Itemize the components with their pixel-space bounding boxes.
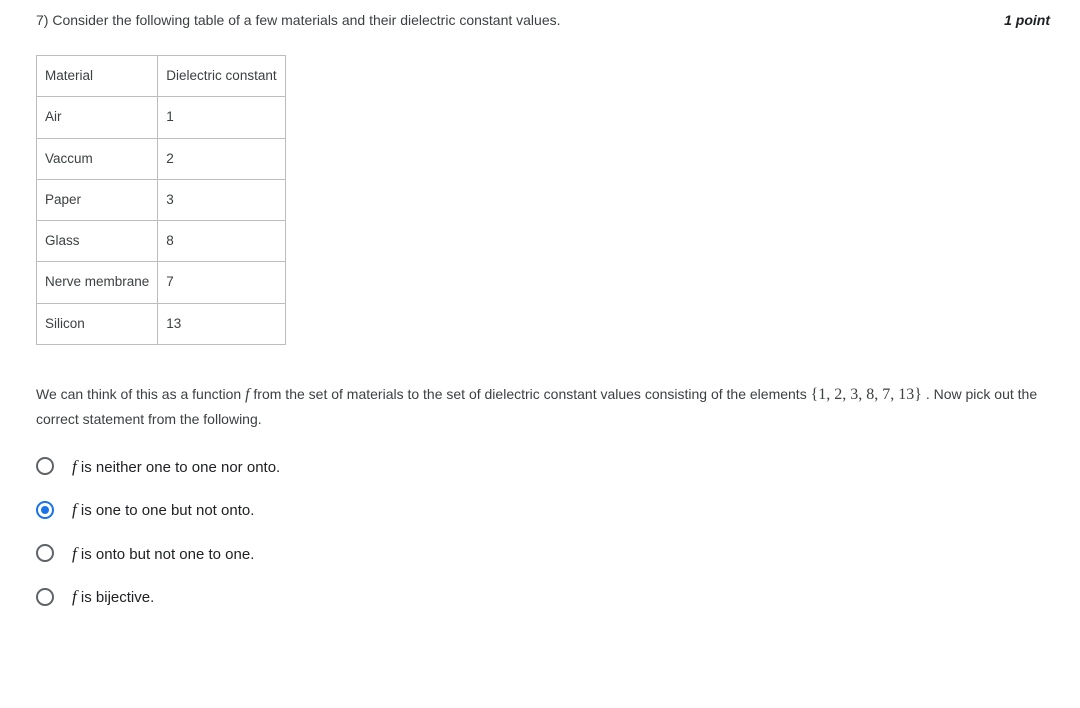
option-3[interactable]: f is onto but not one to one. <box>36 541 1050 567</box>
table-row: Paper 3 <box>37 179 286 220</box>
table-cell-value: 13 <box>158 303 285 344</box>
table-cell-value: 2 <box>158 138 285 179</box>
question-prompt: 7) Consider the following table of a few… <box>36 10 1004 31</box>
option-2[interactable]: f is one to one but not onto. <box>36 497 1050 523</box>
option-4[interactable]: f is bijective. <box>36 584 1050 610</box>
question-points: 1 point <box>1004 10 1050 31</box>
table-cell-value: 1 <box>158 97 285 138</box>
table-row: Nerve membrane 7 <box>37 262 286 303</box>
radio-option-2[interactable] <box>36 501 54 519</box>
question-text-body: Consider the following table of a few ma… <box>52 12 560 28</box>
table-header-constant: Dielectric constant <box>158 56 285 97</box>
option-4-text: is bijective. <box>77 589 155 606</box>
table-cell-material: Vaccum <box>37 138 158 179</box>
radio-option-1[interactable] <box>36 457 54 475</box>
table-cell-material: Nerve membrane <box>37 262 158 303</box>
radio-option-3[interactable] <box>36 544 54 562</box>
question-header: 7) Consider the following table of a few… <box>36 10 1050 31</box>
question-number: 7) <box>36 12 48 28</box>
option-2-text: is one to one but not onto. <box>77 502 255 519</box>
table-cell-material: Silicon <box>37 303 158 344</box>
set-notation: {1, 2, 3, 8, 7, 13} <box>811 386 922 403</box>
options-group: f is neither one to one nor onto. f is o… <box>36 454 1050 610</box>
table-cell-material: Air <box>37 97 158 138</box>
option-4-label: f is bijective. <box>72 584 154 610</box>
option-1-label: f is neither one to one nor onto. <box>72 454 280 480</box>
table-cell-material: Paper <box>37 179 158 220</box>
explanation-mid: from the set of materials to the set of … <box>250 386 811 402</box>
table-row: Glass 8 <box>37 221 286 262</box>
option-2-label: f is one to one but not onto. <box>72 497 254 523</box>
option-3-text: is onto but not one to one. <box>77 546 255 563</box>
radio-option-4[interactable] <box>36 588 54 606</box>
table-row: Vaccum 2 <box>37 138 286 179</box>
option-1-text: is neither one to one nor onto. <box>77 459 280 476</box>
materials-table: Material Dielectric constant Air 1 Vaccu… <box>36 55 286 345</box>
explanation-text: We can think of this as a function f fro… <box>36 381 1050 432</box>
explanation-pre: We can think of this as a function <box>36 386 245 402</box>
option-1[interactable]: f is neither one to one nor onto. <box>36 454 1050 480</box>
table-cell-material: Glass <box>37 221 158 262</box>
table-header-material: Material <box>37 56 158 97</box>
table-row: Silicon 13 <box>37 303 286 344</box>
table-header-row: Material Dielectric constant <box>37 56 286 97</box>
option-3-label: f is onto but not one to one. <box>72 541 254 567</box>
table-cell-value: 8 <box>158 221 285 262</box>
table-cell-value: 7 <box>158 262 285 303</box>
table-row: Air 1 <box>37 97 286 138</box>
table-cell-value: 3 <box>158 179 285 220</box>
